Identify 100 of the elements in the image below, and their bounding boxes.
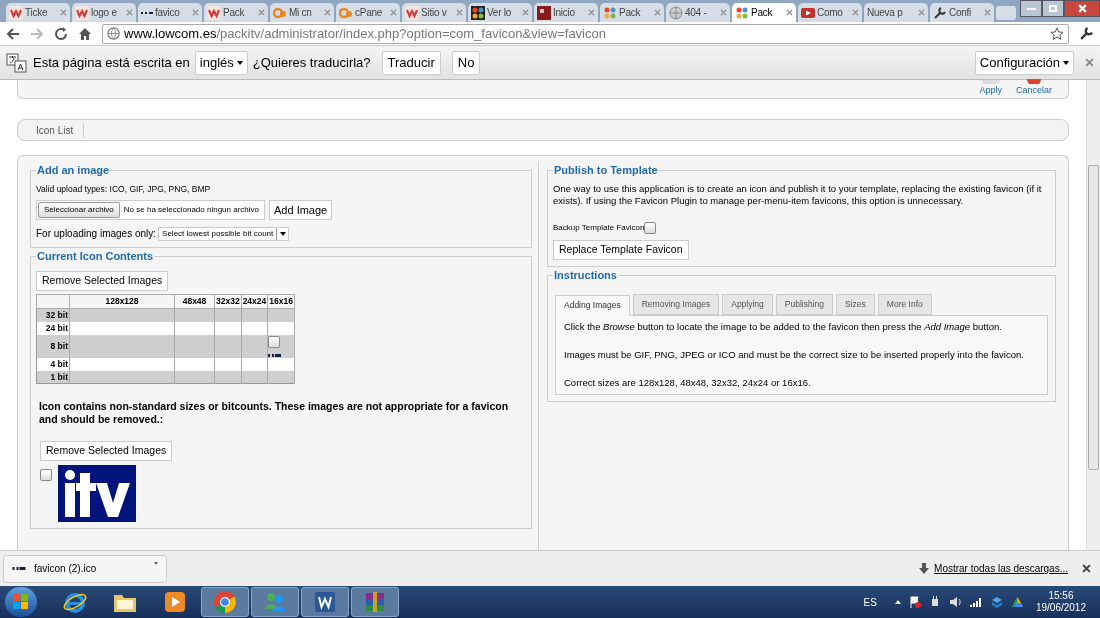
chrome-icon xyxy=(212,589,238,615)
tab-title: logo e xyxy=(91,6,118,20)
tab-title: Mi cn xyxy=(289,6,313,20)
checkbox[interactable] xyxy=(40,469,52,481)
site-logo-icon xyxy=(9,5,23,20)
browser-tab[interactable]: 404 - xyxy=(666,3,730,22)
tab-title: Ticke xyxy=(25,6,49,20)
browser-tab[interactable]: logo e xyxy=(72,3,136,22)
scrollbar[interactable] xyxy=(1086,80,1100,550)
instruction-text: Click the Browse button to locate the image to be added to the favicon then press the Add Image button. xyxy=(564,319,1003,334)
add-image-button[interactable]: Add Image xyxy=(269,199,333,221)
replace-favicon-button[interactable]: Replace Template Favicon xyxy=(553,240,689,260)
maximize-button[interactable] xyxy=(1042,0,1064,17)
clock-time[interactable]: 15:56 xyxy=(1048,590,1074,602)
settings-dropdown[interactable]: Configuración xyxy=(974,50,1074,75)
browser-tab[interactable]: Ticke xyxy=(6,3,70,22)
star-icon[interactable] xyxy=(1050,26,1064,41)
browser-tab[interactable]: Confi xyxy=(930,3,994,22)
start-button[interactable] xyxy=(5,587,37,617)
tab-title: Nueva p xyxy=(867,6,904,20)
browser-tab[interactable]: Mi cn xyxy=(270,3,334,22)
flower-logo-icon xyxy=(735,5,749,20)
browser-tab[interactable]: Inicio xyxy=(534,3,598,22)
translate-button[interactable]: No xyxy=(451,50,481,75)
checkbox[interactable] xyxy=(268,335,281,348)
upload-hint: Valid upload types: ICO, GIF, JPG, PNG, BMP xyxy=(36,183,212,196)
flag-icon[interactable] xyxy=(908,596,921,608)
instruction-tab[interactable]: Publishing xyxy=(775,293,834,315)
remove-images-button[interactable]: Remove Selected Images xyxy=(36,271,169,291)
show-all-downloads-link[interactable]: Mostrar todas las descargas... xyxy=(934,561,1068,576)
reload-icon[interactable] xyxy=(54,26,68,41)
language-dropdown[interactable]: inglés xyxy=(194,50,248,75)
bit-count-select[interactable]: Select lowest possible bit count xyxy=(158,226,290,241)
instruction-tab[interactable]: Sizes xyxy=(836,293,875,315)
browser-tab[interactable]: Ver lo xyxy=(468,3,532,22)
tab-title: Ver lo xyxy=(487,6,513,20)
browser-tab[interactable]: Como xyxy=(798,3,862,22)
translate-message: Esta página está escrita en xyxy=(33,53,190,72)
translate-question: ¿Quieres traducirla? xyxy=(252,53,371,72)
submenu-link[interactable]: Icon List xyxy=(36,122,85,138)
maximize-icon xyxy=(1049,5,1057,12)
address-field[interactable]: www.lowcom.es/packitv/administrator/index.php?option=com_favicon&view=favicon xyxy=(102,23,1069,44)
browser-tab[interactable]: favico xyxy=(138,3,202,22)
language-indicator[interactable]: ES xyxy=(863,594,877,610)
browser-tab[interactable]: cPane xyxy=(336,3,400,22)
instruction-tab[interactable]: Applying xyxy=(722,293,773,315)
scrollbar-thumb[interactable] xyxy=(1088,165,1099,470)
back-icon[interactable] xyxy=(6,26,20,41)
instruction-tab[interactable]: More Info xyxy=(877,293,932,315)
download-item[interactable]: favicon (2).ico xyxy=(3,554,167,583)
cpanel-icon xyxy=(339,5,353,20)
toolbar-link[interactable]: Apply xyxy=(979,83,1002,97)
taskbar-app[interactable] xyxy=(301,587,349,617)
remove-images-button[interactable]: Remove Selected Images xyxy=(40,441,173,461)
row-header: 8 bit xyxy=(36,334,70,358)
choose-file-button[interactable]: Seleccionar archivo xyxy=(38,202,120,218)
url-text: www.lowcom.es/packitv/administrator/index.php?option=com_favicon&view=favicon xyxy=(124,24,606,43)
site-logo-icon xyxy=(405,5,419,20)
column-header: 24x24 xyxy=(241,294,268,309)
column-header: 32x32 xyxy=(214,294,242,309)
apply-icon xyxy=(981,79,1000,84)
instruction-tab[interactable]: Adding Images xyxy=(555,294,630,316)
browser-tab[interactable]: Sitio v xyxy=(402,3,466,22)
row-header: 4 bit xyxy=(36,357,70,371)
tab-title: favico xyxy=(155,6,181,20)
browser-tab[interactable]: Pack xyxy=(204,3,268,22)
flower-logo-icon xyxy=(471,5,485,20)
row-header: 32 bit xyxy=(36,308,70,322)
browser-tab[interactable]: Pack xyxy=(600,3,664,22)
site-logo-icon xyxy=(75,5,89,20)
video-icon xyxy=(801,5,815,20)
browser-tab[interactable]: Nueva p xyxy=(864,3,928,22)
tab-title: Pack xyxy=(751,6,774,20)
instruction-text: Correct sizes are 128x128, 48x48, 32x32, 24x24 or 16x16. xyxy=(564,376,812,390)
media-player-icon xyxy=(162,589,188,615)
minimize-icon xyxy=(1026,7,1036,10)
toolbar-link[interactable]: Cancelar xyxy=(1015,83,1052,97)
column-header: 48x48 xyxy=(174,294,215,309)
close-button[interactable] xyxy=(1064,0,1100,17)
checkbox[interactable] xyxy=(644,222,657,234)
wrench-icon[interactable] xyxy=(1079,26,1094,41)
cpanel-icon xyxy=(273,5,287,20)
triangle-icon[interactable] xyxy=(1010,596,1024,608)
instruction-tab[interactable]: Removing Images xyxy=(632,293,720,315)
tab-title: Sitio v xyxy=(421,6,448,20)
browser-tab[interactable]: Pack xyxy=(732,3,796,22)
signal-icon[interactable] xyxy=(969,597,983,607)
box-icon[interactable] xyxy=(990,596,1003,608)
home-icon[interactable] xyxy=(78,26,92,41)
speaker-icon[interactable] xyxy=(948,596,962,608)
forward-icon[interactable] xyxy=(30,26,44,41)
windows-logo-icon xyxy=(13,594,29,610)
cancel-icon xyxy=(1027,78,1041,84)
close-icon[interactable] xyxy=(1082,564,1091,573)
translate-button[interactable]: Traducir xyxy=(381,50,441,75)
clock-date[interactable]: 19/06/2012 xyxy=(1035,602,1086,614)
row-header: 24 bit xyxy=(36,321,70,335)
icon-thumbnail xyxy=(268,353,282,357)
file-input[interactable]: Seleccionar archivo No se ha seleccionado ningun archivo xyxy=(36,200,265,220)
minimize-button[interactable] xyxy=(1020,0,1042,17)
